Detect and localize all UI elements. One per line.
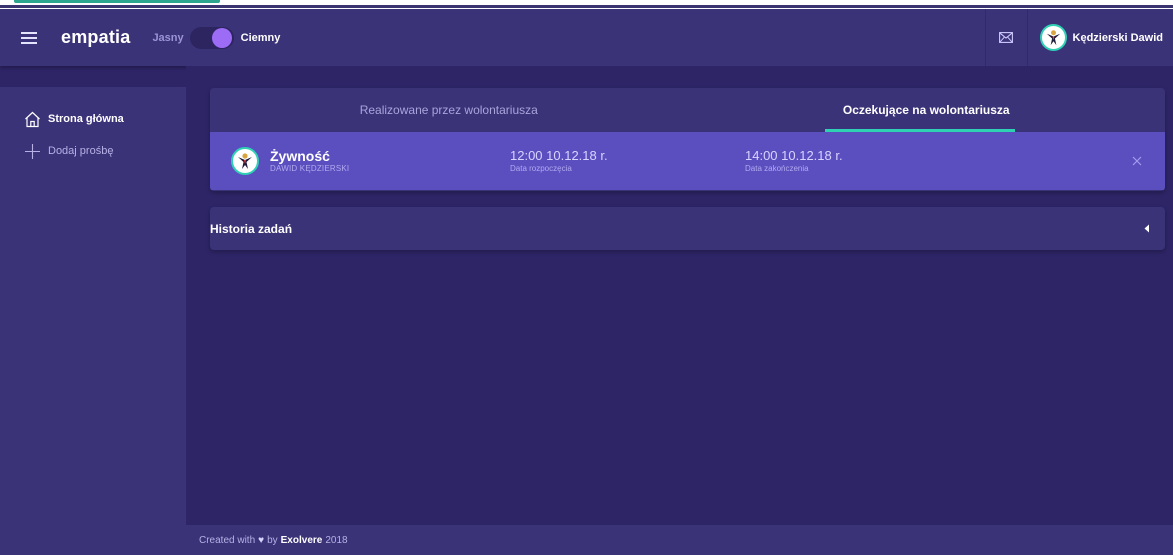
avatar xyxy=(1039,24,1067,51)
task-title-block: Żywność DAWID KĘDZIERSKI xyxy=(270,148,510,174)
footer-prefix: Created with xyxy=(199,534,256,546)
heart-icon: ♥ xyxy=(258,534,265,546)
theme-light-label: Jasny xyxy=(152,31,184,44)
browser-divider xyxy=(0,5,1173,8)
start-date-label: Data rozpoczęcia xyxy=(510,164,572,173)
hamburger-icon xyxy=(21,31,37,44)
caret-left-icon xyxy=(1144,224,1149,233)
task-end: 14:00 10.12.18 r. Data zakończenia xyxy=(745,148,980,174)
end-date-value: 14:00 10.12.18 r. xyxy=(745,148,843,163)
request-tabs: Realizowane przez wolontariusza Oczekują… xyxy=(210,88,1165,132)
history-title: Historia zadań xyxy=(210,221,293,236)
toggle-knob xyxy=(211,27,232,48)
list-item[interactable]: Żywność DAWID KĘDZIERSKI 12:00 10.12.18 … xyxy=(210,132,1165,190)
sidebar-item-home[interactable]: Strona główna xyxy=(0,103,186,135)
avatar xyxy=(231,147,259,175)
volunteer-avatar-icon xyxy=(238,153,252,169)
messages-button[interactable] xyxy=(984,9,1028,66)
user-name: Kędzierski Dawid xyxy=(1072,31,1163,44)
sidebar-item-add-request[interactable]: Dodaj prośbę xyxy=(0,135,186,167)
theme-switcher: Jasny Ciemny xyxy=(152,26,281,49)
theme-toggle[interactable] xyxy=(189,26,234,49)
requests-card: Realizowane przez wolontariusza Oczekują… xyxy=(210,88,1165,191)
footer-year: 2018 xyxy=(325,534,348,546)
brand-logo[interactable]: empatia xyxy=(61,27,130,48)
task-author: DAWID KĘDZIERSKI xyxy=(270,164,350,173)
footer-brand-link[interactable]: Exolvere xyxy=(281,535,323,546)
header-actions: Kędzierski Dawid xyxy=(984,9,1173,66)
home-icon xyxy=(23,110,41,128)
mail-icon xyxy=(999,32,1013,43)
hamburger-menu-button[interactable] xyxy=(0,9,58,66)
task-history-panel[interactable]: Historia zadań xyxy=(210,207,1165,250)
sidebar-item-label: Strona główna xyxy=(48,113,124,125)
sidebar-item-label: Dodaj prośbę xyxy=(48,145,114,157)
user-menu[interactable]: Kędzierski Dawid xyxy=(1028,24,1173,51)
sidebar: Strona główna Dodaj prośbę xyxy=(0,87,186,555)
end-date-label: Data zakończenia xyxy=(745,164,809,173)
volunteer-avatar-icon xyxy=(1046,30,1060,46)
tab-awaiting[interactable]: Oczekujące na wolontariusza xyxy=(688,88,1166,132)
theme-dark-label: Ciemny xyxy=(240,31,281,44)
tab-in-progress[interactable]: Realizowane przez wolontariusza xyxy=(210,88,688,132)
footer-by: by xyxy=(267,534,278,546)
browser-tab-indicator xyxy=(14,0,220,3)
start-date-value: 12:00 10.12.18 r. xyxy=(510,148,608,163)
task-start: 12:00 10.12.18 r. Data rozpoczęcia xyxy=(510,148,745,174)
browser-strip xyxy=(0,0,1173,9)
main-content: Realizowane przez wolontariusza Oczekują… xyxy=(186,66,1173,525)
close-icon[interactable] xyxy=(1130,154,1144,168)
top-bar: empatia Jasny Ciemny Kędzierski Dawid xyxy=(0,9,1173,66)
task-title: Żywność xyxy=(270,148,330,164)
plus-icon xyxy=(23,142,41,160)
footer: Created with ♥ by Exolvere 2018 xyxy=(186,525,1173,555)
